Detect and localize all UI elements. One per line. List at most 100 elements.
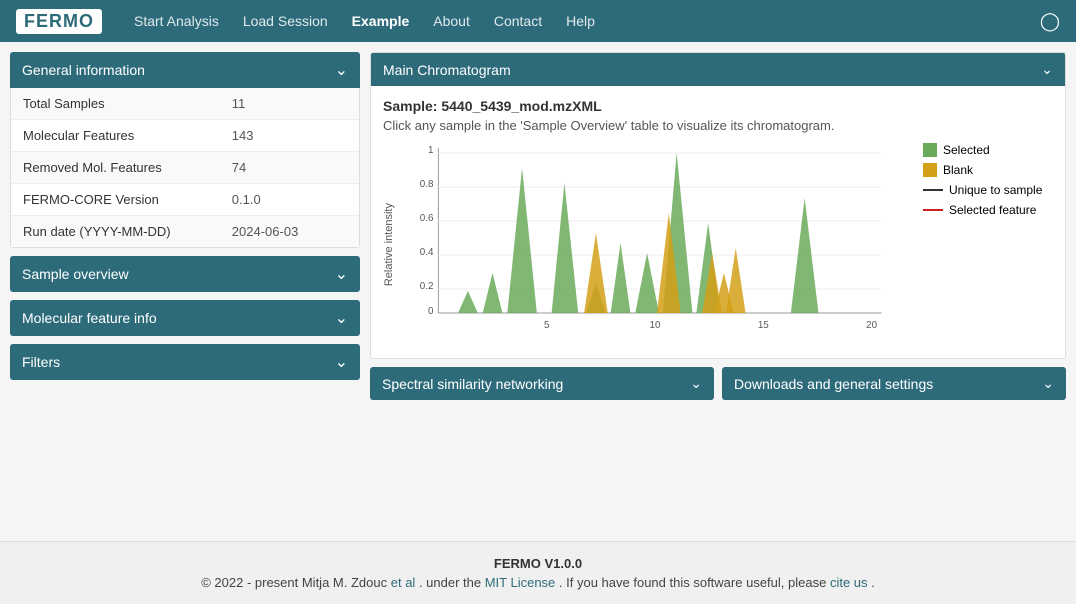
filters-chevron: ⌄ (335, 352, 348, 372)
info-label: Total Samples (11, 88, 220, 120)
chart-wrapper: 1 0.8 0.6 0.4 0.2 0 5 10 15 20 (399, 143, 911, 346)
sample-overview-chevron: ⌄ (335, 264, 348, 284)
legend-unique: Unique to sample (923, 183, 1053, 197)
main-content: General information ⌄ Total Samples11Mol… (0, 42, 1076, 541)
y-axis-label: Relative intensity (383, 203, 395, 286)
info-value: 74 (220, 152, 359, 184)
footer-text-after: . If you have found this software useful… (559, 575, 826, 590)
svg-text:10: 10 (650, 320, 661, 331)
svg-text:15: 15 (758, 320, 769, 331)
legend-unique-label: Unique to sample (949, 183, 1042, 197)
table-row: FERMO-CORE Version0.1.0 (11, 184, 359, 216)
downloads-header[interactable]: Downloads and general settings ⌄ (722, 367, 1066, 400)
svg-text:0.2: 0.2 (420, 281, 434, 292)
info-label: Removed Mol. Features (11, 152, 220, 184)
nav-start-analysis[interactable]: Start Analysis (132, 9, 221, 33)
nav-load-session[interactable]: Load Session (241, 9, 330, 33)
nav-example[interactable]: Example (350, 9, 412, 33)
legend-selected-feature-label: Selected feature (949, 203, 1036, 217)
main-area: Main Chromatogram ⌄ Sample: 5440_5439_mo… (370, 52, 1066, 400)
footer-et-al-link[interactable]: et al (391, 575, 416, 590)
general-info-chevron: ⌄ (335, 60, 348, 80)
footer: FERMO V1.0.0 © 2022 - present Mitja M. Z… (0, 541, 1076, 604)
footer-text: © 2022 - present Mitja M. Zdouc et al . … (14, 575, 1062, 590)
legend-selected-feature: Selected feature (923, 203, 1053, 217)
info-value: 11 (220, 88, 359, 120)
general-info-header[interactable]: General information ⌄ (10, 52, 360, 88)
svg-text:0: 0 (428, 306, 434, 317)
general-info-panel: General information ⌄ Total Samples11Mol… (10, 52, 360, 248)
molecular-feature-chevron: ⌄ (335, 308, 348, 328)
spectral-networking-header[interactable]: Spectral similarity networking ⌄ (370, 367, 714, 400)
sample-overview-header[interactable]: Sample overview ⌄ (10, 256, 360, 292)
footer-cite-link[interactable]: cite us (830, 575, 868, 590)
unique-line (923, 189, 943, 191)
blank-color-box (923, 163, 937, 177)
chromatogram-header[interactable]: Main Chromatogram ⌄ (371, 53, 1065, 86)
general-info-title: General information (22, 62, 145, 78)
molecular-feature-title: Molecular feature info (22, 310, 157, 326)
sample-label: Sample: (383, 98, 437, 114)
table-row: Molecular Features143 (11, 120, 359, 152)
svg-text:5: 5 (544, 320, 550, 331)
svg-text:0.4: 0.4 (420, 247, 434, 258)
nav-about[interactable]: About (431, 9, 472, 33)
filters-title: Filters (22, 354, 60, 370)
filters-panel: Filters ⌄ (10, 344, 360, 380)
svg-text:0.6: 0.6 (420, 213, 434, 224)
chromatogram-panel: Main Chromatogram ⌄ Sample: 5440_5439_mo… (370, 52, 1066, 359)
sample-overview-panel: Sample overview ⌄ (10, 256, 360, 292)
github-icon[interactable]: ◯ (1040, 11, 1060, 32)
table-row: Run date (YYYY-MM-DD)2024-06-03 (11, 216, 359, 248)
chromatogram-title: Main Chromatogram (383, 62, 511, 78)
info-value: 2024-06-03 (220, 216, 359, 248)
chart-legend: Selected Blank Unique to sample Sel (923, 143, 1053, 217)
info-label: Molecular Features (11, 120, 220, 152)
legend-selected: Selected (923, 143, 1053, 157)
nav-help[interactable]: Help (564, 9, 597, 33)
spectral-networking-chevron: ⌄ (690, 375, 702, 392)
legend-blank: Blank (923, 163, 1053, 177)
chart-container: Relative intensity 1 0.8 0.6 0.4 (383, 143, 1053, 346)
sample-overview-title: Sample overview (22, 266, 129, 282)
footer-title: FERMO V1.0.0 (14, 556, 1062, 571)
general-info-table: Total Samples11Molecular Features143Remo… (11, 88, 359, 247)
spectral-networking-panel: Spectral similarity networking ⌄ (370, 367, 714, 400)
downloads-panel: Downloads and general settings ⌄ (722, 367, 1066, 400)
bottom-panels: Spectral similarity networking ⌄ Downloa… (370, 367, 1066, 400)
footer-license-link[interactable]: MIT License (485, 575, 556, 590)
info-value: 143 (220, 120, 359, 152)
svg-text:0.8: 0.8 (420, 179, 434, 190)
filters-header[interactable]: Filters ⌄ (10, 344, 360, 380)
sample-name: 5440_5439_mod.mzXML (441, 98, 601, 114)
sample-subtitle: Click any sample in the 'Sample Overview… (383, 118, 1053, 133)
footer-copyright: © 2022 - present Mitja M. Zdouc (201, 575, 387, 590)
footer-period: . (871, 575, 875, 590)
molecular-feature-panel: Molecular feature info ⌄ (10, 300, 360, 336)
spectral-networking-title: Spectral similarity networking (382, 376, 563, 392)
nav-contact[interactable]: Contact (492, 9, 544, 33)
sidebar: General information ⌄ Total Samples11Mol… (10, 52, 360, 380)
navbar: FERMO Start Analysis Load Session Exampl… (0, 0, 1076, 42)
footer-text-middle: . under the (419, 575, 481, 590)
table-row: Total Samples11 (11, 88, 359, 120)
svg-text:20: 20 (866, 320, 877, 331)
info-label: FERMO-CORE Version (11, 184, 220, 216)
chromatogram-chevron: ⌄ (1041, 61, 1053, 78)
legend-blank-label: Blank (943, 163, 973, 177)
logo[interactable]: FERMO (16, 9, 102, 34)
info-label: Run date (YYYY-MM-DD) (11, 216, 220, 248)
molecular-feature-header[interactable]: Molecular feature info ⌄ (10, 300, 360, 336)
table-row: Removed Mol. Features74 (11, 152, 359, 184)
general-info-body: Total Samples11Molecular Features143Remo… (10, 88, 360, 248)
selected-color-box (923, 143, 937, 157)
downloads-title: Downloads and general settings (734, 376, 933, 392)
legend-selected-label: Selected (943, 143, 990, 157)
chromatogram-body: Sample: 5440_5439_mod.mzXML Click any sa… (371, 86, 1065, 358)
sample-title: Sample: 5440_5439_mod.mzXML (383, 98, 1053, 114)
logo-text: FERMO (16, 9, 102, 34)
downloads-chevron: ⌄ (1042, 375, 1054, 392)
svg-text:1: 1 (428, 145, 434, 156)
info-value: 0.1.0 (220, 184, 359, 216)
selected-feature-line (923, 209, 943, 211)
